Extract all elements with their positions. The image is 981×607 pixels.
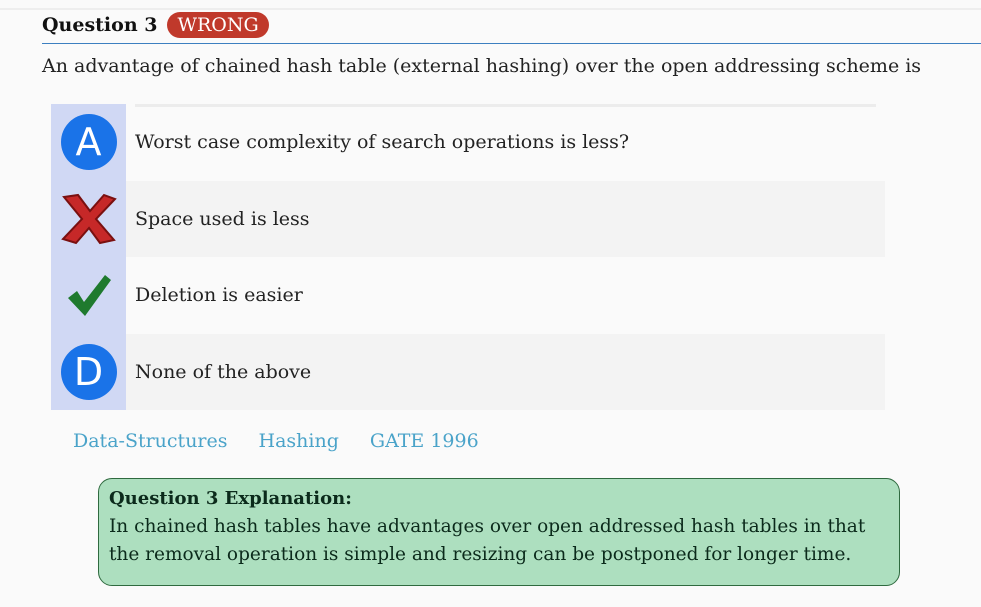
tag-data-structures[interactable]: Data-Structures	[73, 430, 228, 452]
answer-options: A Worst case complexity of search operat…	[51, 104, 885, 410]
option-a[interactable]: A Worst case complexity of search operat…	[51, 104, 885, 181]
option-c-marker	[51, 257, 126, 334]
option-d[interactable]: D None of the above	[51, 333, 885, 410]
question-label: Question 3	[42, 14, 158, 36]
correct-check-icon	[67, 275, 111, 317]
explanation-title: Question 3 Explanation:	[109, 488, 352, 509]
option-d-marker: D	[51, 333, 126, 410]
status-badge: WRONG	[167, 12, 269, 38]
option-c[interactable]: Deletion is easier	[51, 257, 885, 334]
tag-hashing[interactable]: Hashing	[259, 430, 339, 452]
option-c-text: Deletion is easier	[135, 284, 303, 307]
option-b-marker	[51, 180, 126, 257]
header-rule	[42, 43, 981, 44]
tag-links: Data-Structures Hashing GATE 1996	[73, 430, 479, 452]
letter-a-icon: A	[60, 114, 117, 171]
question-text: An advantage of chained hash table (exte…	[42, 55, 922, 77]
question-header: Question 3 WRONG	[42, 10, 269, 40]
option-b[interactable]: Space used is less	[51, 180, 885, 257]
explanation-body: In chained hash tables have advantages o…	[109, 516, 866, 565]
letter-d-icon: D	[60, 343, 117, 400]
explanation-box: Question 3 Explanation: In chained hash …	[98, 478, 900, 586]
tag-gate-1996[interactable]: GATE 1996	[370, 430, 479, 452]
option-b-text: Space used is less	[126, 180, 885, 257]
option-a-text: Worst case complexity of search operatio…	[135, 131, 630, 154]
option-a-marker: A	[51, 104, 126, 181]
wrong-x-icon	[60, 193, 117, 244]
option-d-text: None of the above	[126, 333, 885, 410]
